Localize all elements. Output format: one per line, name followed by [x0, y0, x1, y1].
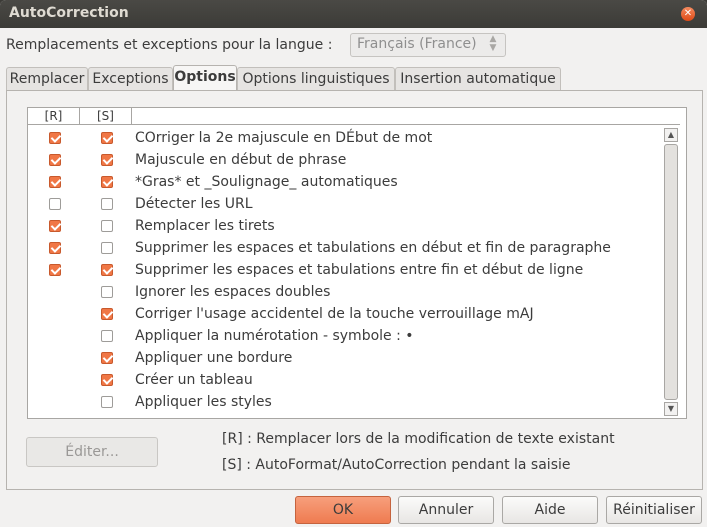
language-select[interactable]: Français (France) ▲ ▼: [350, 33, 506, 57]
table-row[interactable]: Majuscule en début de phrase: [28, 150, 662, 172]
language-select-value: Français (France): [357, 36, 477, 52]
header-r[interactable]: [R]: [28, 108, 80, 124]
table-row[interactable]: Supprimer les espaces et tabulations en …: [28, 238, 662, 260]
table-row[interactable]: COrriger la 2e majuscule en DÉbut de mot: [28, 128, 662, 150]
checkbox-s[interactable]: [101, 220, 113, 232]
title-bar: AutoCorrection ✕: [0, 0, 707, 28]
checkbox-s[interactable]: [101, 396, 113, 408]
legend-s: [S] : AutoFormat/AutoCorrection pendant …: [222, 457, 571, 473]
language-row: Remplacements et exceptions pour la lang…: [6, 33, 696, 57]
tab-remplacer[interactable]: Remplacer: [6, 67, 88, 90]
language-label: Remplacements et exceptions pour la lang…: [6, 37, 333, 53]
spinner-arrows-icon: ▲ ▼: [489, 34, 497, 53]
row-label: COrriger la 2e majuscule en DÉbut de mot: [135, 130, 433, 146]
table-row[interactable]: Détecter les URL: [28, 194, 662, 216]
checkbox-s-checked[interactable]: [101, 264, 113, 276]
checkbox-r-checked[interactable]: [49, 132, 61, 144]
table-row[interactable]: *Gras* et _Soulignage_ automatiques: [28, 172, 662, 194]
reset-button[interactable]: Réinitialiser: [606, 496, 702, 524]
row-label: Appliquer une bordure: [135, 350, 293, 366]
checkbox-s[interactable]: [101, 242, 113, 254]
scrollbar-thumb[interactable]: [664, 144, 678, 400]
scroll-down-icon[interactable]: ▼: [664, 402, 678, 416]
close-icon[interactable]: ✕: [681, 7, 695, 21]
checkbox-s-checked[interactable]: [101, 374, 113, 386]
table-row[interactable]: Appliquer une bordure: [28, 348, 662, 370]
table-row[interactable]: Ignorer les espaces doubles: [28, 282, 662, 304]
table-row[interactable]: Corriger l'usage accidentel de la touche…: [28, 304, 662, 326]
row-label: Ignorer les espaces doubles: [135, 284, 331, 300]
row-label: Remplacer les tirets: [135, 218, 275, 234]
edit-button[interactable]: Éditer...: [26, 437, 158, 467]
table-row[interactable]: Créer un tableau: [28, 370, 662, 392]
checkbox-s-checked[interactable]: [101, 132, 113, 144]
options-panel: [R] [S] COrriger la 2e majuscule en DÉbu…: [6, 90, 703, 490]
table-row[interactable]: Appliquer les styles: [28, 392, 662, 414]
row-label: Appliquer la numérotation - symbole : •: [135, 328, 414, 344]
help-button[interactable]: Aide: [502, 496, 598, 524]
tab-options[interactable]: Options: [173, 65, 237, 90]
row-label: Créer un tableau: [135, 372, 253, 388]
checkbox-s[interactable]: [101, 286, 113, 298]
table-row[interactable]: Appliquer la numérotation - symbole : •: [28, 326, 662, 348]
row-label: Corriger l'usage accidentel de la touche…: [135, 306, 534, 322]
row-label: Supprimer les espaces et tabulations en …: [135, 240, 611, 256]
ok-button[interactable]: OK: [295, 496, 391, 524]
checkbox-r-checked[interactable]: [49, 154, 61, 166]
tab-options-linguistiques[interactable]: Options linguistiques: [237, 67, 395, 90]
checkbox-s-checked[interactable]: [101, 352, 113, 364]
table-row[interactable]: Supprimer les espaces et tabulations ent…: [28, 260, 662, 282]
checkbox-s-checked[interactable]: [101, 176, 113, 188]
checkbox-r-checked[interactable]: [49, 220, 61, 232]
checkbox-r[interactable]: [49, 198, 61, 210]
checkbox-s-checked[interactable]: [101, 308, 113, 320]
cancel-button[interactable]: Annuler: [398, 496, 494, 524]
header-option[interactable]: [132, 108, 680, 124]
autocorrection-dialog: AutoCorrection ✕ Remplacements et except…: [0, 0, 707, 527]
tab-insertion-automatique[interactable]: Insertion automatique: [395, 67, 561, 90]
checkbox-s[interactable]: [101, 198, 113, 210]
row-label: Appliquer les styles: [135, 394, 272, 410]
row-label: Détecter les URL: [135, 196, 253, 212]
checkbox-r-checked[interactable]: [49, 176, 61, 188]
list-header: [R] [S]: [28, 108, 680, 125]
checkbox-r-checked[interactable]: [49, 242, 61, 254]
checkbox-s-checked[interactable]: [101, 154, 113, 166]
row-label: *Gras* et _Soulignage_ automatiques: [135, 174, 398, 190]
tab-exceptions[interactable]: Exceptions: [88, 67, 173, 90]
table-row[interactable]: Remplacer les tirets: [28, 216, 662, 238]
window-title: AutoCorrection: [9, 5, 129, 21]
scroll-up-icon[interactable]: ▲: [664, 128, 678, 142]
checkbox-r-checked[interactable]: [49, 264, 61, 276]
vertical-scrollbar[interactable]: ▲ ▼: [664, 128, 678, 416]
row-label: Supprimer les espaces et tabulations ent…: [135, 262, 584, 278]
header-s[interactable]: [S]: [80, 108, 132, 124]
legend-r: [R] : Remplacer lors de la modification …: [222, 431, 615, 447]
checkbox-s[interactable]: [101, 330, 113, 342]
row-label: Majuscule en début de phrase: [135, 152, 347, 168]
options-list: [R] [S] COrriger la 2e majuscule en DÉbu…: [27, 107, 687, 419]
